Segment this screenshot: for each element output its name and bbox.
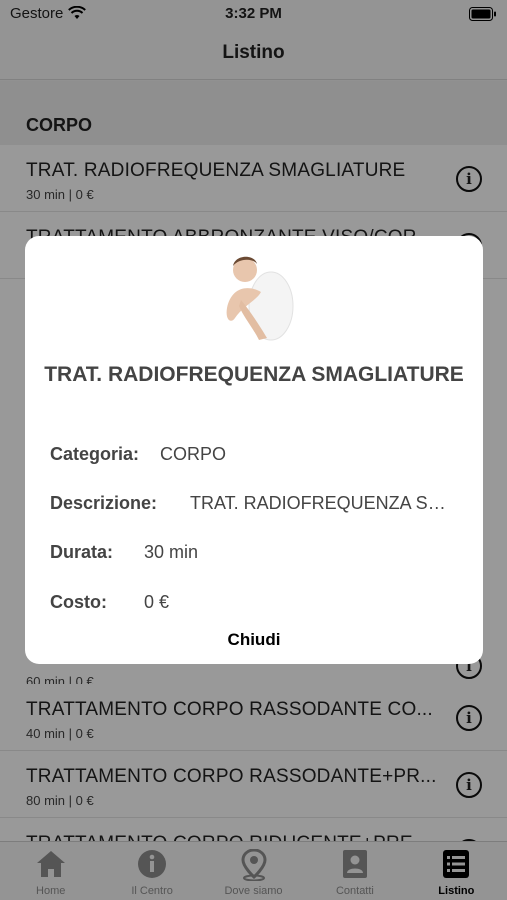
duration-label: Durata: <box>50 542 114 562</box>
close-button[interactable]: Chiudi <box>25 630 483 650</box>
duration-row: Durata: 30 min <box>50 542 198 563</box>
modal-title: TRAT. RADIOFREQUENZA SMAGLIATURE <box>44 363 464 386</box>
category-row: Categoria: CORPO <box>50 444 226 465</box>
cost-label: Costo: <box>50 592 107 612</box>
cost-value: 0 € <box>144 592 170 612</box>
description-value: TRAT. RADIOFREQUENZA SMAGLIATURE <box>190 493 450 513</box>
category-value: CORPO <box>160 444 227 464</box>
description-row: Descrizione: TRAT. RADIOFREQUENZA SMAGLI… <box>50 493 450 514</box>
category-label: Categoria: <box>50 444 140 464</box>
treatment-detail-modal: TRAT. RADIOFREQUENZA SMAGLIATURE Categor… <box>25 236 483 664</box>
cost-row: Costo: 0 € <box>50 592 169 613</box>
duration-value: 30 min <box>144 542 199 562</box>
description-label: Descrizione: <box>50 493 158 513</box>
treatment-image <box>217 248 303 344</box>
